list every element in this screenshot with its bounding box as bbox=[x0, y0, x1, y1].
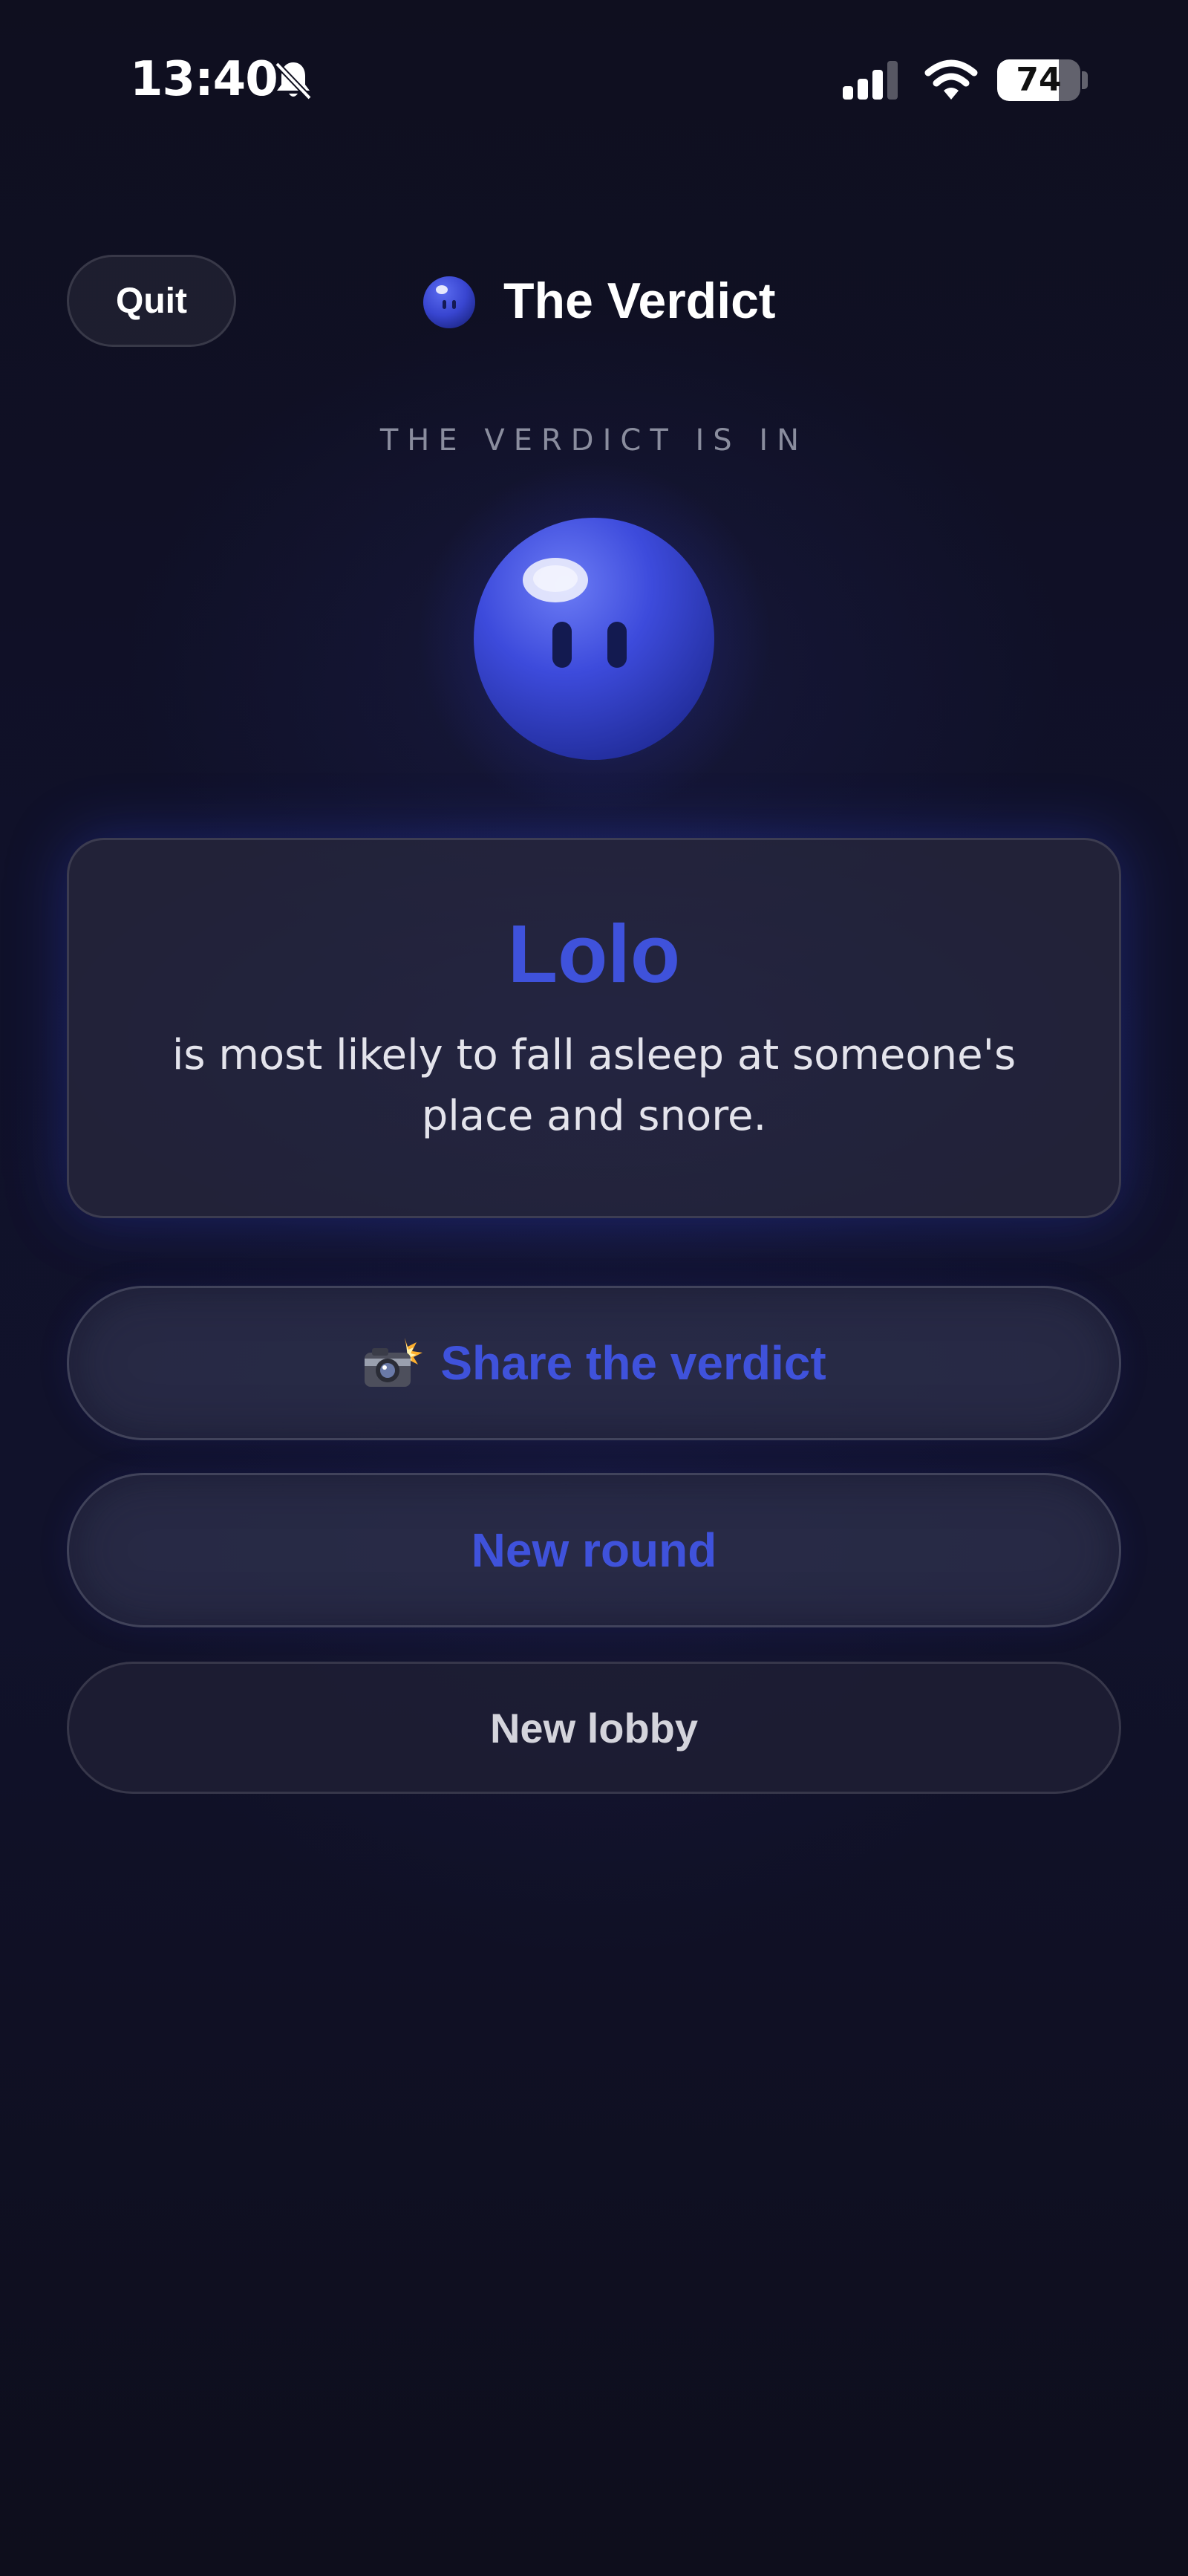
wifi-icon bbox=[924, 59, 978, 100]
new-round-button[interactable]: New round bbox=[67, 1473, 1121, 1627]
share-verdict-label: Share the verdict bbox=[440, 1336, 826, 1390]
battery-level: 74 bbox=[1016, 61, 1062, 99]
new-round-label: New round bbox=[471, 1523, 717, 1577]
new-lobby-label: New lobby bbox=[489, 1704, 699, 1752]
app-title: The Verdict bbox=[503, 273, 776, 329]
cellular-signal-icon bbox=[843, 61, 898, 100]
player-name: Lolo bbox=[507, 908, 681, 1000]
quit-button[interactable]: Quit bbox=[67, 255, 236, 347]
verdict-statement: is most likely to fall asleep at someone… bbox=[172, 1031, 1016, 1140]
camera-flash-icon bbox=[365, 1338, 423, 1387]
blob-mascot-icon bbox=[423, 276, 475, 328]
status-time: 13:40 bbox=[130, 52, 278, 107]
battery-cap bbox=[1082, 71, 1088, 89]
bell-muted-icon bbox=[275, 62, 312, 100]
battery-icon: 74 bbox=[997, 59, 1080, 101]
mascot-blob-icon bbox=[474, 518, 714, 760]
verdict-eyebrow: THE VERDICT IS IN bbox=[379, 423, 809, 458]
new-lobby-button[interactable]: New lobby bbox=[67, 1662, 1121, 1794]
share-verdict-button[interactable]: Share the verdict bbox=[67, 1286, 1121, 1440]
